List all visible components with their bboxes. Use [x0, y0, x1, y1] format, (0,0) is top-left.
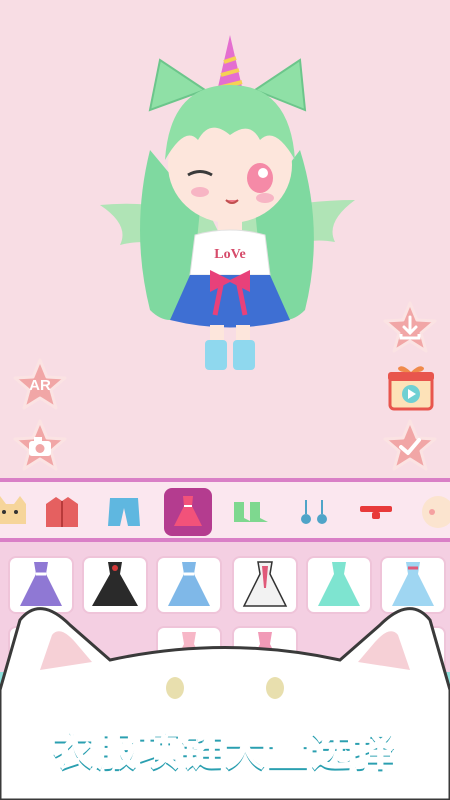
svg-text:LoVe: LoVe: [214, 247, 245, 262]
camera-icon: [13, 419, 67, 471]
earrings-icon: [301, 500, 327, 524]
jacket-icon: [46, 497, 78, 527]
gift-icon: [388, 366, 434, 411]
choker-icon: [360, 506, 392, 519]
face-icon: [422, 496, 450, 528]
confirm-button[interactable]: [382, 418, 438, 474]
category-jacket[interactable]: [38, 488, 86, 536]
gift-video-button[interactable]: [386, 363, 436, 413]
check-icon: [383, 419, 437, 471]
category-socks[interactable]: [226, 488, 274, 536]
dressup-stage: LoVe AR: [0, 0, 450, 478]
download-button[interactable]: [382, 300, 438, 356]
promo-banner: 衣服项链大量选择: [0, 712, 450, 782]
cat-partial-icon: [0, 496, 26, 524]
category-shorts[interactable]: [100, 488, 148, 536]
category-choker[interactable]: [352, 488, 400, 536]
socks-icon: [234, 502, 268, 522]
category-cat[interactable]: [0, 488, 34, 536]
shorts-icon: [108, 498, 140, 526]
camera-button[interactable]: [12, 418, 68, 474]
category-face[interactable]: [412, 488, 450, 536]
ar-button[interactable]: AR: [12, 357, 68, 413]
ar-label: AR: [29, 376, 51, 394]
category-dress[interactable]: [164, 488, 212, 536]
banner-text: 衣服项链大量选择: [52, 727, 397, 775]
character-figure: LoVe: [100, 35, 355, 370]
dress-icon: [174, 496, 202, 526]
category-bar: [0, 478, 450, 542]
download-icon: [383, 301, 437, 353]
category-earrings[interactable]: [290, 488, 338, 536]
